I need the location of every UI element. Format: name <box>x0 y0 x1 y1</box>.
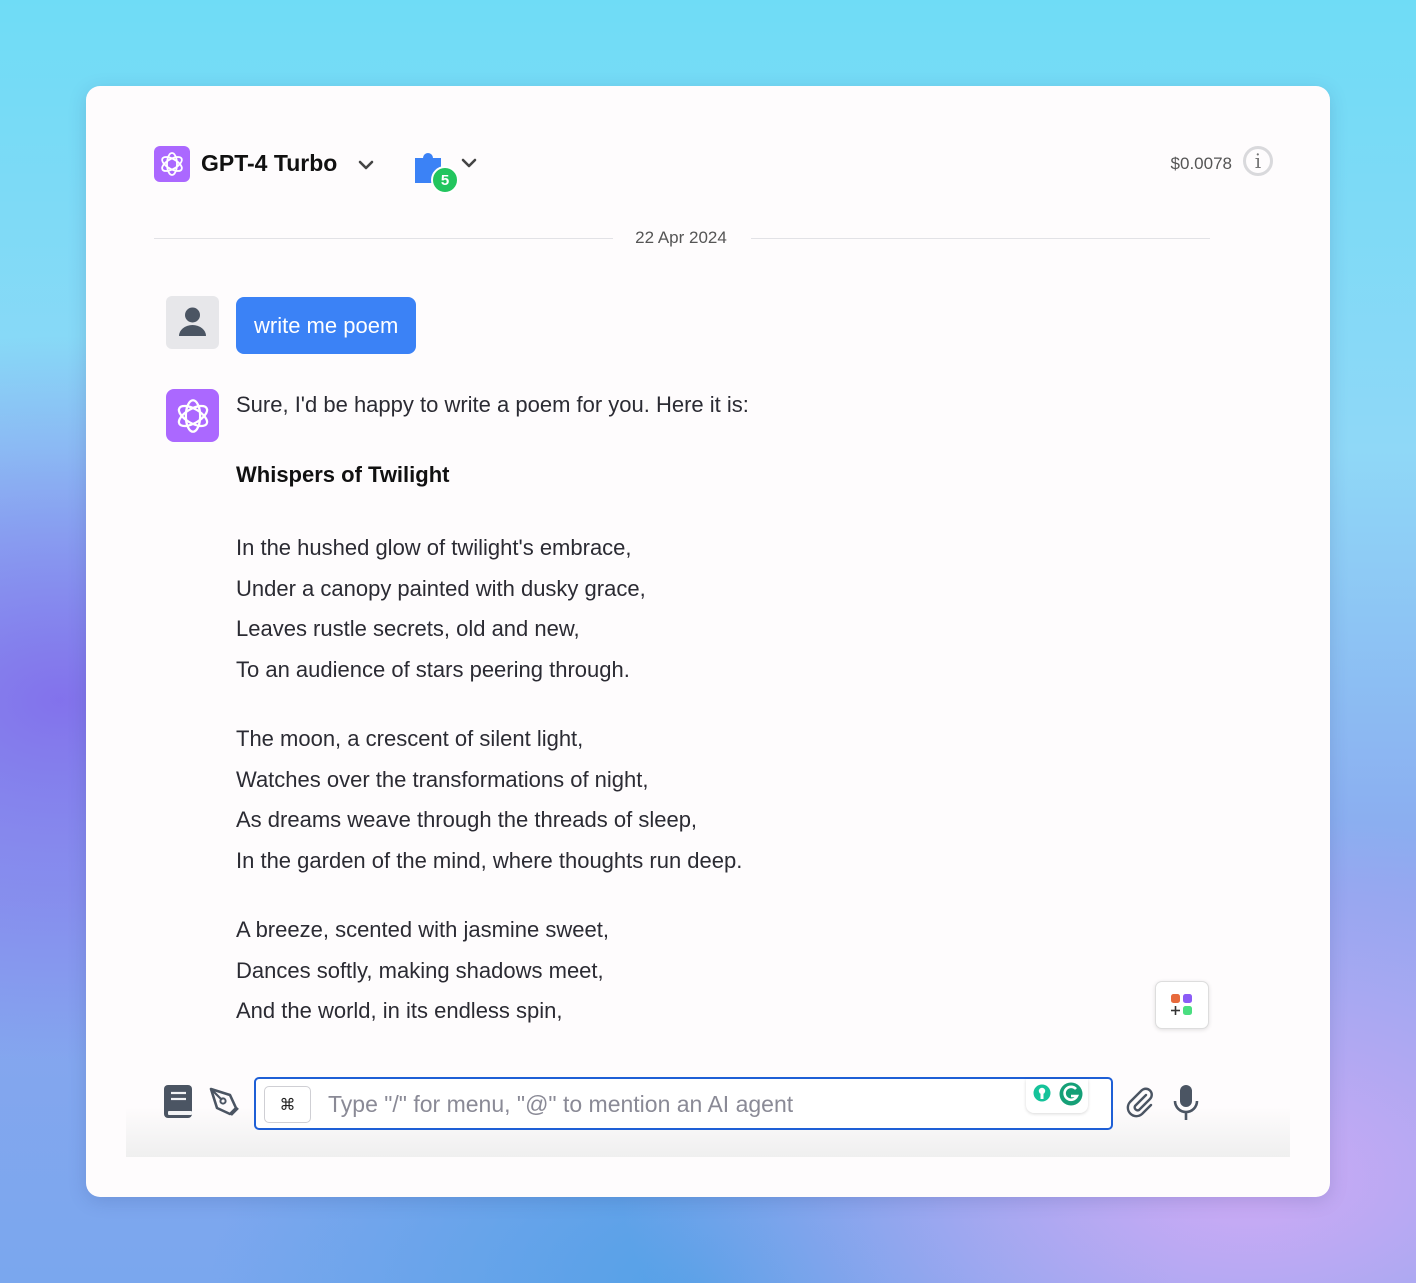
plugin-chevron-down-icon[interactable] <box>460 154 478 172</box>
attach-paperclip-icon[interactable] <box>1124 1086 1156 1120</box>
poem-line: In the garden of the mind, where thought… <box>236 847 743 873</box>
poem-line: Dances softly, making shadows meet, <box>236 957 604 983</box>
poem-line: Under a canopy painted with dusky grace, <box>236 575 646 601</box>
poem-line: Leaves rustle secrets, old and new, <box>236 616 580 641</box>
pen-tool-icon[interactable] <box>206 1084 242 1120</box>
openai-logo-icon[interactable] <box>154 146 190 182</box>
assistant-intro-text: Sure, I'd be happy to write a poem for y… <box>236 392 749 417</box>
date-divider-right <box>751 238 1210 239</box>
info-icon[interactable]: i <box>1243 146 1273 176</box>
date-separator: 22 Apr 2024 <box>154 226 1210 250</box>
prompt-library-book-icon[interactable] <box>162 1084 194 1120</box>
user-avatar <box>166 296 219 349</box>
grammarly-icons <box>1033 1081 1084 1107</box>
poem-line: In the hushed glow of twilight's embrace… <box>236 535 632 560</box>
plugin-count-badge: 5 <box>431 166 459 194</box>
chat-header: GPT-4 Turbo 5 $0.0078 i <box>86 86 1330 206</box>
openai-logo-icon <box>177 398 208 433</box>
model-chevron-down-icon[interactable] <box>357 156 375 174</box>
poem-title: Whispers of Twilight <box>236 462 450 487</box>
chat-window: GPT-4 Turbo 5 $0.0078 i 22 Apr 2024 writ… <box>86 86 1330 1197</box>
cost-label: $0.0078 <box>1170 154 1232 173</box>
user-message-bubble: write me poem <box>236 297 417 354</box>
model-selector-label[interactable]: GPT-4 Turbo <box>201 150 337 177</box>
command-shortcut-key[interactable]: ⌘ <box>264 1086 311 1123</box>
apps-grid-icon <box>1171 994 1192 1015</box>
poem-line: The moon, a crescent of silent light, <box>236 726 584 751</box>
poem-stanza: A breeze, scented with jasmine sweet, Da… <box>236 910 609 1032</box>
assistant-avatar <box>166 389 219 442</box>
poem-stanza: The moon, a crescent of silent light, Wa… <box>236 719 742 881</box>
date-divider-left <box>154 238 613 239</box>
microphone-icon[interactable] <box>1172 1083 1200 1123</box>
message-input-box[interactable]: ⌘ <box>254 1077 1113 1130</box>
poem-line: And the world, in its endless spin, <box>236 998 563 1023</box>
date-label: 22 Apr 2024 <box>635 228 727 247</box>
apps-grid-button[interactable] <box>1155 981 1209 1029</box>
poem-line: As dreams weave through the threads of s… <box>236 807 698 832</box>
message-input[interactable] <box>326 1079 1010 1130</box>
poem-stanza: In the hushed glow of twilight's embrace… <box>236 528 646 690</box>
poem-line: To an audience of stars peering through. <box>236 656 630 682</box>
poem-line: Watches over the transformations of nigh… <box>236 766 649 792</box>
grammarly-widget[interactable] <box>1026 1079 1088 1113</box>
poem-line: A breeze, scented with jasmine sweet, <box>236 917 609 942</box>
user-silhouette-icon <box>179 307 206 336</box>
